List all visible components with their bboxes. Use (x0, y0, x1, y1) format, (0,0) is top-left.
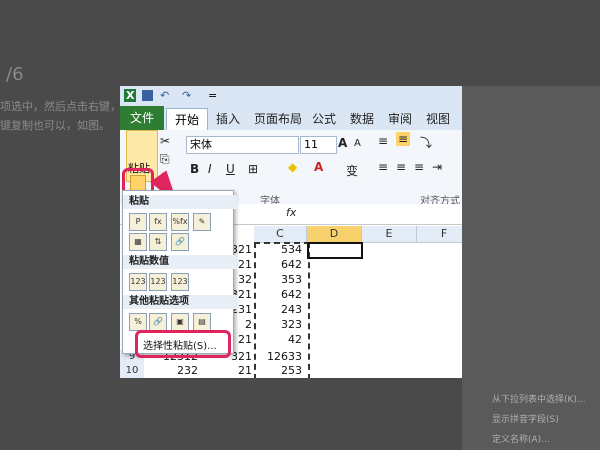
paste-link-icon[interactable]: 🔗 (149, 313, 167, 331)
cell-c2[interactable]: 642 (256, 258, 302, 272)
undo-icon[interactable]: ↶ (160, 89, 169, 102)
font-name-select[interactable]: 宋体 (186, 136, 299, 154)
menu-section-paste-values: 粘贴数值 (123, 255, 237, 269)
paste-formulas-icon[interactable]: fx (149, 213, 167, 231)
cell-c10[interactable]: 253 (256, 364, 302, 378)
font-color-button[interactable]: A (314, 160, 323, 174)
paste-icon[interactable]: P (129, 213, 147, 231)
tab-file[interactable]: 文件 (120, 106, 164, 130)
grow-font-button[interactable]: A (338, 136, 347, 150)
tab-data[interactable]: 数据 (350, 110, 374, 127)
paste-values-source-format-icon[interactable]: 123 (171, 273, 189, 291)
align-left-icon[interactable]: ≡ (378, 160, 388, 174)
underline-button[interactable]: U (226, 162, 235, 176)
customize-toolbar-icon[interactable]: = (208, 89, 217, 102)
paste-column-width-icon[interactable]: ⇅ (149, 233, 167, 251)
cell-c1[interactable]: 534 (256, 243, 302, 257)
paste-special-highlight (135, 330, 231, 358)
cell-b10[interactable]: 21 (230, 364, 252, 378)
cut-icon[interactable]: ✂ (160, 134, 170, 148)
redo-icon[interactable]: ↷ (182, 89, 191, 102)
column-header-f[interactable]: F (417, 226, 462, 243)
step-number: /6 (6, 64, 24, 85)
align-center-icon[interactable]: ≡ (396, 160, 406, 174)
tab-formulas[interactable]: 公式 (312, 110, 336, 127)
paste-linked-picture-icon[interactable]: ▤ (193, 313, 211, 331)
context-item-phonetic: 显示拼音字段(S) (492, 415, 559, 425)
tab-page-layout[interactable]: 页面布局 (254, 110, 302, 127)
menu-section-other-paste: 其他粘贴选项 (123, 295, 237, 309)
instruction-line-1: 项选中，然后点击右键， (0, 100, 121, 113)
cell-c9[interactable]: 12633 (256, 350, 302, 364)
paste-values-number-format-icon[interactable]: 123 (149, 273, 167, 291)
column-header-c[interactable]: C (254, 226, 307, 243)
paste-transpose-icon[interactable]: 🔗 (171, 233, 189, 251)
context-item-dropdown: 从下拉列表中选择(K)... (492, 395, 586, 405)
quick-access-toolbar: X ↶ ↷ = (120, 86, 462, 106)
tab-review[interactable]: 审阅 (388, 110, 412, 127)
menu-section-paste: 粘贴 (123, 195, 237, 209)
borders-icon[interactable]: ⊞ (248, 162, 258, 176)
row-header[interactable]: 10 (120, 364, 144, 378)
bold-button[interactable]: B (190, 162, 199, 176)
paste-picture-icon[interactable]: ▣ (171, 313, 189, 331)
cell-c7[interactable]: 42 (256, 333, 302, 347)
paste-no-borders-icon[interactable]: ▦ (129, 233, 147, 251)
align-middle-icon[interactable]: ≡ (396, 132, 411, 146)
font-size-select[interactable]: 11 (300, 136, 337, 154)
wrap-text-icon[interactable]: ⤵ (420, 134, 432, 151)
tab-view[interactable]: 视图 (426, 110, 450, 127)
fx-icon[interactable]: fx (286, 206, 296, 219)
copy-icon[interactable]: ⎘ (160, 152, 170, 167)
phonetic-button[interactable]: 变 (346, 162, 358, 179)
paste-source-format-icon[interactable]: ✎ (193, 213, 211, 231)
active-cell-d1[interactable] (307, 242, 363, 259)
cell-c6[interactable]: 323 (256, 318, 302, 332)
cell-c3[interactable]: 353 (256, 273, 302, 287)
column-header-e[interactable]: E (362, 226, 417, 243)
cell-a10[interactable]: 232 (146, 364, 198, 378)
paste-formatting-icon[interactable]: % (129, 313, 147, 331)
paste-formula-format-icon[interactable]: %fx (171, 213, 189, 231)
column-header-d[interactable]: D (307, 226, 362, 243)
excel-icon[interactable]: X (124, 89, 137, 102)
align-right-icon[interactable]: ≡ (414, 160, 424, 174)
cell-c5[interactable]: 243 (256, 303, 302, 317)
background-context-menu: 从下拉列表中选择(K)... 显示拼音字段(S) 定义名称(A)... (462, 86, 600, 450)
context-item-define-name: 定义名称(A)... (492, 435, 550, 445)
tab-insert[interactable]: 插入 (216, 110, 240, 127)
italic-button[interactable]: I (208, 162, 212, 176)
cell-c4[interactable]: 642 (256, 288, 302, 302)
shrink-font-button[interactable]: A (354, 138, 361, 149)
ribbon-tabs: 文件 开始 插入 页面布局 公式 数据 审阅 视图 (120, 106, 462, 131)
tab-home[interactable]: 开始 (166, 108, 208, 131)
save-icon[interactable] (142, 90, 153, 101)
align-top-icon[interactable]: ≡ (378, 134, 388, 148)
indent-icon[interactable]: ⇥ (432, 160, 442, 174)
paste-values-icon[interactable]: 123 (129, 273, 147, 291)
fill-color-icon[interactable]: ◆ (288, 160, 297, 174)
instruction-line-2: 键复制也可以，如图。 (0, 119, 110, 132)
